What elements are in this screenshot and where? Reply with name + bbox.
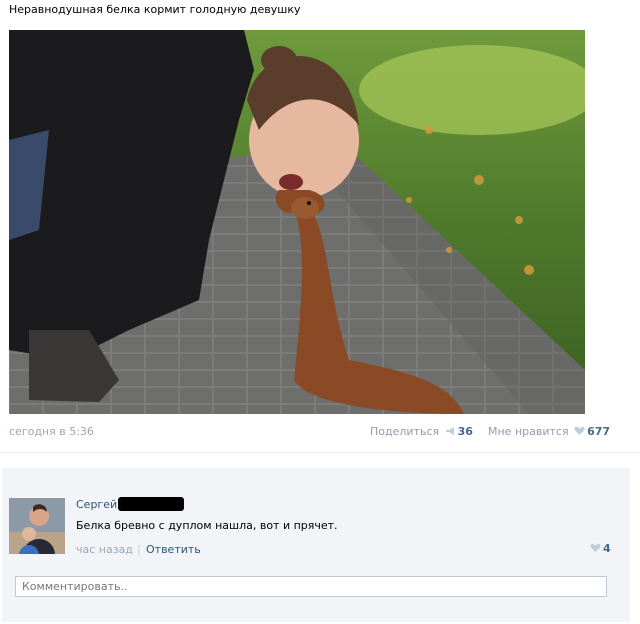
redaction-bar [118,497,184,511]
heart-icon [574,426,585,439]
heart-icon [590,543,601,556]
avatar[interactable] [9,498,65,554]
like-button[interactable]: Мне нравится 677 [488,425,610,439]
post-title: Неравнодушная белка кормит голодную деву… [9,3,301,16]
comment-time[interactable]: час назад [76,543,133,556]
post-photo[interactable] [9,30,585,414]
comment-author[interactable]: Сергей [76,498,117,511]
like-label: Мне нравится [488,425,569,438]
reply-button[interactable]: Ответить [146,543,201,556]
like-count: 677 [587,425,611,438]
post-date[interactable]: сегодня в 5:36 [9,425,94,438]
comment-like-button[interactable]: 4 [588,542,611,556]
share-label: Поделиться [370,425,440,438]
comment-text: Белка бревно с дуплом нашла, вот и пряче… [76,519,338,532]
share-button[interactable]: Поделиться 36 [370,425,473,439]
megaphone-icon [445,426,456,439]
comment-input[interactable] [15,576,607,597]
comment-separator: | [137,543,141,556]
photo-illustration [9,30,585,414]
share-count: 36 [457,425,473,438]
post-divider [0,452,640,453]
comment-like-count: 4 [603,542,611,555]
